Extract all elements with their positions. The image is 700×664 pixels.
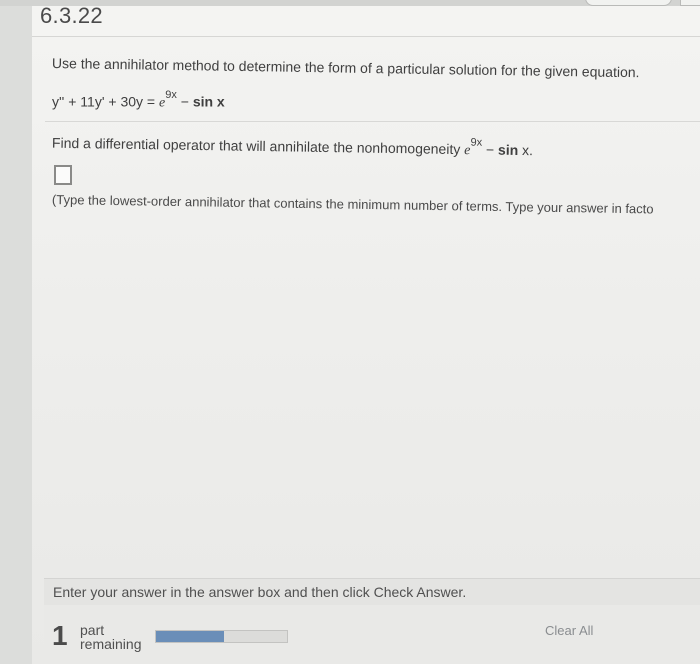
footer-instruction: Enter your answer in the answer box and … (53, 584, 467, 600)
operator-prompt-minus: − (481, 141, 499, 158)
footer-instruction-bar: Enter your answer in the answer box and … (44, 578, 700, 605)
equation-sin: sin x (192, 93, 225, 110)
bottom-status-bar (44, 605, 700, 664)
operator-prompt-x: x. (518, 141, 534, 159)
equation-minus: − (176, 93, 193, 110)
parts-label-line2: remaining (80, 636, 142, 652)
parts-label-line1: part (80, 622, 105, 638)
differential-equation: y'' + 11y' + 30y = e9x − sin x (52, 89, 225, 112)
question-panel (32, 37, 700, 664)
parts-remaining-label: part remaining (80, 623, 141, 651)
operator-prompt-sin: sin (497, 141, 519, 158)
answer-input-box[interactable] (54, 165, 72, 185)
parts-remaining-count: 1 (52, 620, 68, 651)
section-divider (45, 121, 700, 122)
equation-exponent: 9x (165, 89, 177, 101)
operator-prompt-exponent: 9x (470, 136, 483, 149)
problem-header (32, 6, 700, 37)
progress-bar-fill (156, 631, 225, 642)
problem-number: 6.3.22 (40, 3, 103, 28)
left-margin (0, 6, 32, 664)
equation-lhs: y'' + 11y' + 30y = (52, 93, 159, 110)
progress-bar (155, 630, 288, 643)
clear-all-button[interactable]: Clear All (545, 623, 593, 638)
